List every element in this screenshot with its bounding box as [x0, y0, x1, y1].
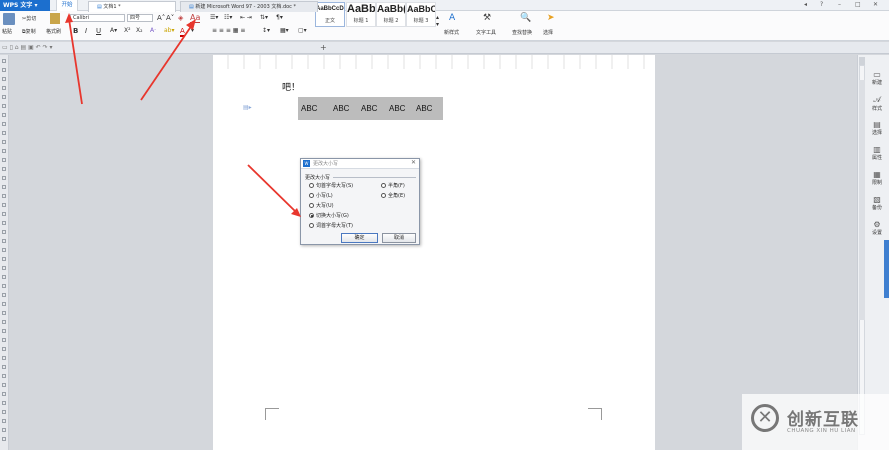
arrow-to-change-case — [140, 19, 196, 101]
annotation-arrows — [65, 13, 301, 217]
arrow-to-toggle-case-option — [247, 164, 301, 217]
arrow-to-start-tab — [65, 13, 83, 105]
